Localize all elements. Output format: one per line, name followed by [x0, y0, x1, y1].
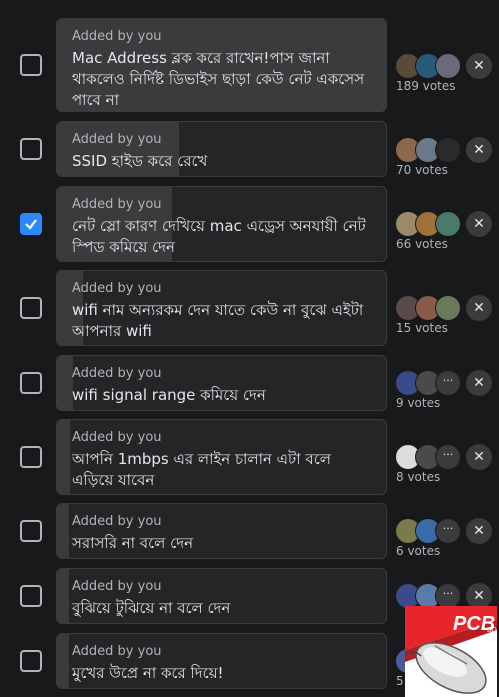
close-icon: ✕	[473, 588, 485, 604]
voter-avatars[interactable]	[395, 137, 465, 163]
vote-progress-fill	[57, 569, 69, 623]
added-by-label: Added by you	[72, 281, 162, 296]
vote-progress-fill	[57, 634, 69, 688]
remove-option-button[interactable]: ✕	[466, 295, 492, 321]
vote-count[interactable]: 8 votes	[396, 470, 440, 484]
option-checkbox[interactable]	[20, 650, 42, 672]
vote-progress-fill	[57, 356, 73, 410]
added-by-label: Added by you	[72, 366, 162, 381]
close-icon: ✕	[473, 300, 485, 316]
logo-subtext: BD	[487, 627, 497, 634]
option-text: নেট স্লো কারণ দেখিয়ে mac এড্রেস অনযায়ী…	[72, 217, 366, 256]
poll-option[interactable]: Added by you বুঝিয়ে টুঝিয়ে না বলে দেন	[56, 568, 387, 624]
remove-option-button[interactable]: ✕	[466, 518, 492, 544]
remove-option-button[interactable]: ✕	[466, 370, 492, 396]
close-icon: ✕	[473, 375, 485, 391]
poll-option[interactable]: Added by you আপনি 1mbps এর লাইন চালান এটা…	[56, 419, 387, 495]
option-text: SSID হাইড করে রেখে	[72, 152, 208, 170]
added-by-label: Added by you	[72, 644, 162, 659]
avatar	[435, 211, 461, 237]
voter-avatars[interactable]	[395, 211, 465, 237]
option-text: সরাসরি না বলে দেন	[72, 534, 194, 552]
vote-count[interactable]: 9 votes	[396, 396, 440, 410]
poll-option[interactable]: Added by you Mac Address ব্লক করে রাখেন!প…	[56, 18, 387, 112]
option-checkbox[interactable]	[20, 520, 42, 542]
added-by-label: Added by you	[72, 197, 162, 212]
vote-progress-fill	[57, 504, 69, 558]
voter-avatars[interactable]	[395, 53, 465, 79]
option-text: Mac Address ব্লক করে রাখেন!পাস জানা থাকল…	[72, 49, 365, 109]
ellipsis-icon: ···	[435, 370, 461, 396]
avatar	[435, 295, 461, 321]
option-checkbox[interactable]	[20, 372, 42, 394]
poll-option[interactable]: Added by you wifi নাম অন্যরকম দেন যাতে কে…	[56, 270, 387, 346]
poll-option[interactable]: Added by you SSID হাইড করে রেখে	[56, 121, 387, 177]
poll-option[interactable]: Added by you নেট স্লো কারণ দেখিয়ে mac এড…	[56, 186, 387, 262]
added-by-label: Added by you	[72, 132, 162, 147]
voter-avatars[interactable]: ···	[395, 444, 465, 470]
pcb-watermark-logo: PCB BD	[405, 606, 497, 697]
close-icon: ✕	[473, 449, 485, 465]
vote-count[interactable]: 5	[396, 674, 404, 688]
vote-count[interactable]: 6 votes	[396, 544, 440, 558]
poll-option[interactable]: Added by you সরাসরি না বলে দেন	[56, 503, 387, 559]
poll-option[interactable]: Added by you মুখের উপ্রে না করে দিয়ে!	[56, 633, 387, 689]
option-text: wifi signal range কমিয়ে দেন	[72, 386, 266, 404]
close-icon: ✕	[473, 142, 485, 158]
ellipsis-icon: ···	[435, 518, 461, 544]
close-icon: ✕	[473, 216, 485, 232]
option-checkbox[interactable]	[20, 54, 42, 76]
option-text: মুখের উপ্রে না করে দিয়ে!	[72, 664, 224, 682]
avatar	[435, 53, 461, 79]
vote-progress-fill	[57, 420, 70, 494]
ellipsis-icon: ···	[435, 444, 461, 470]
option-checkbox[interactable]	[20, 446, 42, 468]
option-checkbox[interactable]	[20, 297, 42, 319]
poll-option[interactable]: Added by you wifi signal range কমিয়ে দেন	[56, 355, 387, 411]
remove-option-button[interactable]: ✕	[466, 137, 492, 163]
close-icon: ✕	[473, 523, 485, 539]
option-text: আপনি 1mbps এর লাইন চালান এটা বলে এড়িয়ে…	[72, 450, 331, 489]
option-checkbox[interactable]	[20, 585, 42, 607]
added-by-label: Added by you	[72, 514, 162, 529]
added-by-label: Added by you	[72, 430, 162, 445]
vote-count[interactable]: 70 votes	[396, 163, 448, 177]
option-checkbox[interactable]	[20, 213, 42, 235]
checkmark-icon	[25, 219, 37, 230]
option-checkbox[interactable]	[20, 138, 42, 160]
added-by-label: Added by you	[72, 579, 162, 594]
remove-option-button[interactable]: ✕	[466, 53, 492, 79]
vote-count[interactable]: 189 votes	[396, 79, 456, 93]
avatar	[435, 137, 461, 163]
option-text: বুঝিয়ে টুঝিয়ে না বলে দেন	[72, 599, 231, 617]
voter-avatars[interactable]: ···	[395, 370, 465, 396]
voter-avatars[interactable]: ···	[395, 518, 465, 544]
close-icon: ✕	[473, 58, 485, 74]
option-text: wifi নাম অন্যরকম দেন যাতে কেউ না বুঝে এই…	[72, 301, 364, 340]
remove-option-button[interactable]: ✕	[466, 211, 492, 237]
voter-avatars[interactable]	[395, 295, 465, 321]
vote-count[interactable]: 66 votes	[396, 237, 448, 251]
vote-count[interactable]: 15 votes	[396, 321, 448, 335]
added-by-label: Added by you	[72, 29, 162, 44]
remove-option-button[interactable]: ✕	[466, 444, 492, 470]
